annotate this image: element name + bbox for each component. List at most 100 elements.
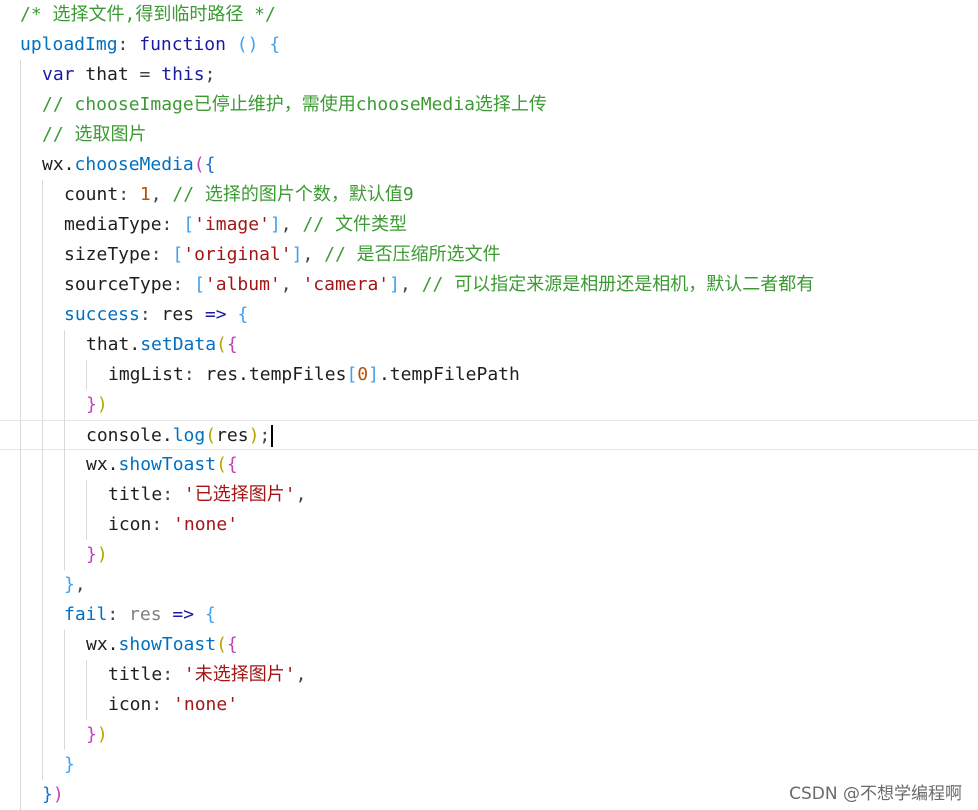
code-token: // 可以指定来源是相册还是相机，默认二者都有 <box>421 274 815 295</box>
code-line[interactable]: // chooseImage已停止维护，需使用chooseMedia选择上传 <box>0 90 978 120</box>
code-text: var that = this; <box>42 60 215 90</box>
code-token: , <box>280 274 303 295</box>
code-text: title: '未选择图片', <box>108 660 306 690</box>
code-line[interactable]: }, <box>0 570 978 600</box>
code-token: , <box>400 274 422 295</box>
code-token: // chooseImage已停止维护，需使用chooseMedia选择上传 <box>42 94 547 115</box>
text-cursor <box>271 425 274 447</box>
indent-guide <box>20 480 21 510</box>
code-token: , <box>280 214 303 235</box>
code-token: => <box>204 304 227 325</box>
code-line[interactable]: uploadImg: function () { <box>0 30 978 60</box>
code-line[interactable]: that.setData({ <box>0 330 978 360</box>
code-token: { <box>204 154 216 175</box>
code-text: wx.chooseMedia({ <box>42 150 215 180</box>
code-token: 'album' <box>204 274 281 295</box>
indent-guide <box>20 750 21 780</box>
code-token: // 是否压缩所选文件 <box>324 244 501 265</box>
code-token: { <box>269 34 281 55</box>
code-token: ( <box>205 425 217 446</box>
code-line[interactable]: count: 1, // 选择的图片个数，默认值9 <box>0 180 978 210</box>
code-token: title <box>108 664 163 685</box>
code-line[interactable]: mediaType: ['image'], // 文件类型 <box>0 210 978 240</box>
code-token: '已选择图片' <box>183 484 296 505</box>
code-token: } <box>86 394 97 415</box>
code-token: ] <box>389 274 400 295</box>
code-token: res.tempFiles <box>205 364 347 385</box>
indent-guide <box>42 690 43 720</box>
code-line[interactable]: wx.chooseMedia({ <box>0 150 978 180</box>
code-token: ; <box>259 425 271 446</box>
code-token: ] <box>269 214 281 235</box>
code-line[interactable]: title: '未选择图片', <box>0 660 978 690</box>
indent-guide <box>64 421 65 451</box>
indent-guide <box>86 480 87 510</box>
indent-guide <box>42 180 43 210</box>
code-token: [ <box>194 274 205 295</box>
indent-guide <box>20 360 21 390</box>
indent-guide <box>42 421 43 451</box>
indent-guide <box>64 630 65 660</box>
code-text: }) <box>86 720 108 750</box>
code-text: uploadImg: function () { <box>20 30 280 60</box>
code-text: }) <box>42 780 64 810</box>
code-text: fail: res => { <box>64 600 216 630</box>
code-token: [ <box>183 214 195 235</box>
indent-guide <box>64 690 65 720</box>
indent-guide <box>20 600 21 630</box>
indent-guide <box>42 570 43 600</box>
code-token: imgList <box>108 364 184 385</box>
code-line[interactable]: success: res => { <box>0 300 978 330</box>
code-line[interactable]: sourceType: ['album', 'camera'], // 可以指定… <box>0 270 978 300</box>
code-line[interactable]: } <box>0 750 978 780</box>
indent-guide <box>86 660 87 690</box>
code-line[interactable]: var that = this; <box>0 60 978 90</box>
code-line[interactable]: // 选取图片 <box>0 120 978 150</box>
code-line[interactable]: sizeType: ['original'], // 是否压缩所选文件 <box>0 240 978 270</box>
code-line[interactable]: /* 选择文件,得到临时路径 */ <box>0 0 978 30</box>
indent-guide <box>64 510 65 540</box>
code-token: { <box>237 304 249 325</box>
code-token: res <box>216 425 249 446</box>
code-editor[interactable]: /* 选择文件,得到临时路径 */ uploadImg: function () … <box>0 0 978 810</box>
code-line[interactable]: icon: 'none' <box>0 510 978 540</box>
indent-guide <box>42 480 43 510</box>
indent-guide <box>20 240 21 270</box>
indent-guide <box>20 210 21 240</box>
code-line[interactable]: wx.showToast({ <box>0 450 978 480</box>
code-token: } <box>64 754 75 775</box>
code-text: title: '已选择图片', <box>108 480 306 510</box>
indent-guide <box>20 690 21 720</box>
code-line[interactable]: }) <box>0 720 978 750</box>
code-line[interactable]: icon: 'none' <box>0 690 978 720</box>
code-token: { <box>204 604 216 625</box>
indent-guide <box>42 270 43 300</box>
code-line[interactable]: }) <box>0 540 978 570</box>
indent-guide <box>20 60 21 90</box>
code-token: ) <box>96 724 108 745</box>
indent-guide <box>42 540 43 570</box>
code-line[interactable]: imgList: res.tempFiles[0].tempFilePath <box>0 360 978 390</box>
indent-guide <box>20 780 21 810</box>
code-token: { <box>226 454 238 475</box>
code-line[interactable]: }) <box>0 390 978 420</box>
indent-guide <box>42 660 43 690</box>
code-text: }, <box>64 570 86 600</box>
indent-guide <box>64 720 65 750</box>
code-line[interactable]: title: '已选择图片', <box>0 480 978 510</box>
code-line[interactable]: wx.showToast({ <box>0 630 978 660</box>
indent-guide <box>86 690 87 720</box>
code-text: // 选取图片 <box>42 120 147 150</box>
code-line[interactable]: console.log(res); <box>0 420 978 451</box>
code-token: mediaType <box>64 214 162 235</box>
code-line[interactable]: fail: res => { <box>0 600 978 630</box>
indent-guide <box>42 300 43 330</box>
code-token: } <box>86 544 97 565</box>
indent-guide <box>20 510 21 540</box>
code-text: sourceType: ['album', 'camera'], // 可以指定… <box>64 270 814 300</box>
code-token: '未选择图片' <box>183 664 296 685</box>
